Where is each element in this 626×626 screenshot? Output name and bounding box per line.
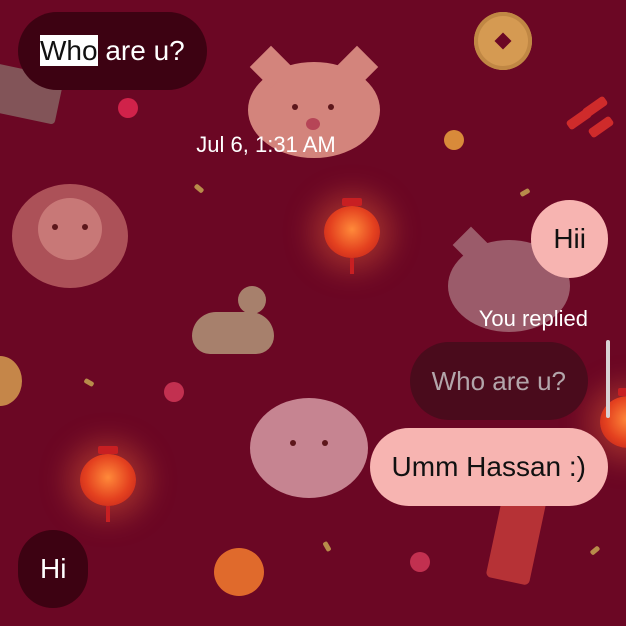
message-bubble-incoming[interactable]: Who are u?	[18, 12, 207, 90]
lantern-icon	[600, 388, 626, 448]
message-bubble-outgoing[interactable]: Umm Hassan :)	[369, 428, 608, 506]
cat-face-icon	[250, 398, 368, 498]
message-text: are u?	[97, 35, 185, 66]
coin-icon	[0, 356, 22, 406]
message-text: Hi	[40, 553, 67, 584]
coin-icon	[474, 12, 532, 70]
chat-wallpaper: Who are u? Jul 6, 1:31 AM Hii You replie…	[0, 0, 626, 626]
message-text: Hii	[553, 223, 586, 254]
bear-face-icon	[12, 184, 128, 288]
confetti-piece	[519, 187, 531, 198]
message-text: Umm Hassan :)	[391, 451, 586, 482]
firecracker-icon	[560, 95, 620, 146]
decor-dot	[410, 552, 430, 572]
confetti-piece	[83, 377, 95, 388]
message-bubble-outgoing[interactable]: Hii	[531, 200, 608, 278]
duck-icon	[192, 286, 278, 356]
confetti-piece	[322, 540, 332, 553]
red-envelope-icon	[485, 492, 547, 586]
decor-dot	[164, 382, 184, 402]
confetti-piece	[193, 183, 205, 194]
quoted-message[interactable]: Who are u?	[409, 342, 588, 420]
decor-dot	[118, 98, 138, 118]
orange-icon	[214, 548, 264, 596]
lantern-icon	[80, 446, 136, 522]
message-timestamp: Jul 6, 1:31 AM	[196, 132, 336, 157]
reply-indicator-bar	[606, 340, 610, 418]
message-bubble-incoming[interactable]: Hi	[18, 530, 89, 608]
quoted-text: Who are u?	[431, 366, 566, 396]
reply-label: You replied	[478, 306, 588, 331]
selected-text[interactable]: Who	[40, 35, 98, 66]
confetti-piece	[589, 545, 601, 556]
lantern-icon	[324, 198, 380, 274]
